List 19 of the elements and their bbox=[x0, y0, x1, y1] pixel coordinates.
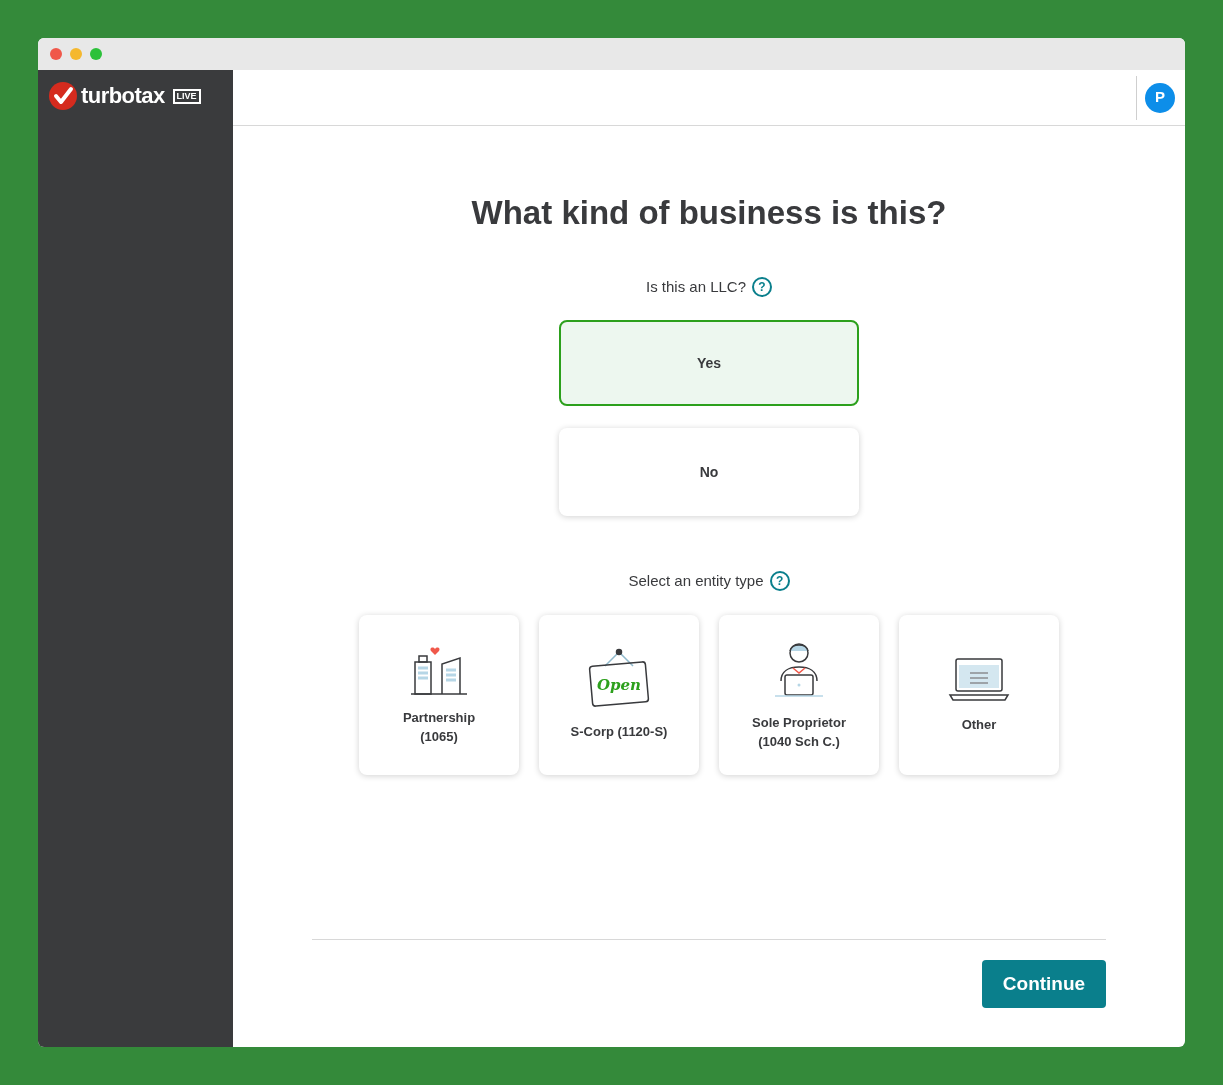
entity-option[interactable]: Sole Proprietor (1040 Sch C.) bbox=[719, 614, 879, 775]
entity-option[interactable]: Other bbox=[899, 614, 1059, 775]
live-badge: LIVE bbox=[172, 88, 201, 104]
entity-option[interactable]: Partnership (1065) bbox=[359, 614, 519, 775]
brand-name: turbotax bbox=[81, 85, 165, 107]
entity-option[interactable]: Open S-Corp (1120-S) bbox=[539, 614, 699, 775]
close-window-icon[interactable] bbox=[50, 48, 62, 60]
maximize-window-icon[interactable] bbox=[90, 48, 102, 60]
help-button[interactable]: ? bbox=[752, 276, 773, 297]
choice-button[interactable]: Yes bbox=[559, 320, 859, 406]
field-label: Is this an LLC? bbox=[645, 276, 747, 297]
field-label: Select an entity type bbox=[628, 571, 764, 591]
checkmark-logo-icon bbox=[49, 82, 77, 110]
laptop-icon bbox=[948, 655, 1010, 703]
choice-button[interactable]: No bbox=[559, 428, 859, 516]
continue-button[interactable]: Continue bbox=[982, 960, 1106, 1008]
help-button[interactable]: ? bbox=[769, 571, 790, 592]
question-title: What kind of business is this? bbox=[471, 193, 947, 233]
minimize-window-icon[interactable] bbox=[70, 48, 82, 60]
